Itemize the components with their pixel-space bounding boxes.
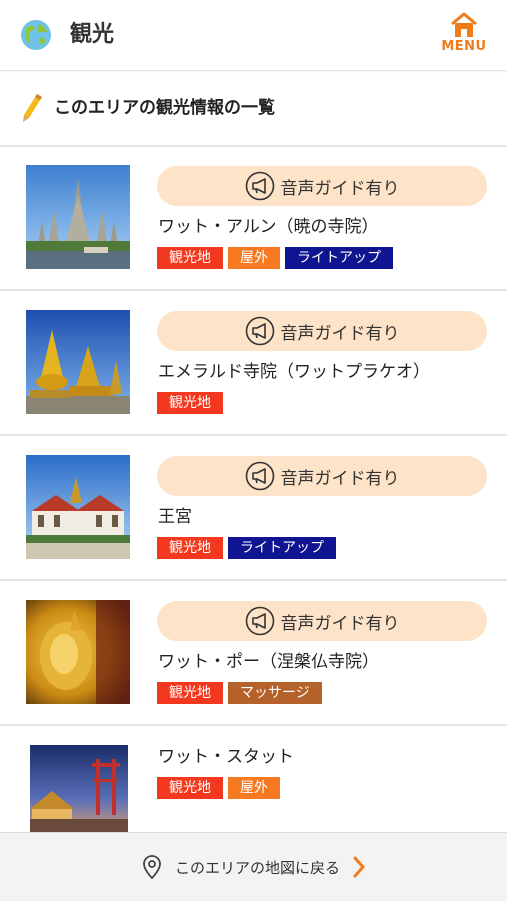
- spot-photo-wat-suthat: [30, 745, 128, 835]
- audio-guide-label: 音声ガイド有り: [280, 468, 400, 489]
- spot-photo-grand-palace: [26, 455, 130, 559]
- spot-tags: 観光地 屋外: [157, 777, 285, 799]
- spot-tags: 観光地 ライトアップ: [157, 537, 341, 559]
- megaphone-icon: [245, 606, 274, 636]
- audio-guide-label: 音声ガイド有り: [280, 323, 400, 344]
- spot-list: 音声ガイド有り ワット・アルン（暁の寺院） 観光地 屋外 ライトアップ 音声ガイ…: [0, 146, 507, 871]
- app-header: 観光 MENU: [0, 0, 507, 71]
- back-to-map-label: このエリアの地図に戻る: [174, 858, 340, 877]
- audio-guide-label: 音声ガイド有り: [280, 613, 400, 634]
- tag-sightseeing: 観光地: [157, 537, 223, 559]
- chevron-right-icon: [353, 856, 365, 878]
- spot-tags: 観光地 屋外 ライトアップ: [157, 247, 398, 269]
- spot-name: ワット・スタット: [158, 747, 294, 767]
- spot-name: エメラルド寺院（ワットプラケオ）: [158, 362, 430, 382]
- megaphone-icon: [245, 461, 274, 491]
- megaphone-icon: [245, 316, 274, 346]
- spot-item-wat-arun[interactable]: 音声ガイド有り ワット・アルン（暁の寺院） 観光地 屋外 ライトアップ: [0, 146, 507, 291]
- section-title: このエリアの観光情報の一覧: [54, 98, 275, 118]
- tag-lightup: ライトアップ: [228, 537, 336, 559]
- tag-outdoor: 屋外: [228, 247, 280, 269]
- spot-item-grand-palace[interactable]: 音声ガイド有り 王宮 観光地 ライトアップ: [0, 436, 507, 581]
- section-header: このエリアの観光情報の一覧: [0, 71, 507, 147]
- spot-name: ワット・アルン（暁の寺院）: [158, 217, 379, 237]
- spot-photo-wat-pho: [26, 600, 130, 704]
- audio-guide-badge: 音声ガイド有り: [157, 166, 487, 206]
- page-title: 観光: [70, 22, 115, 47]
- spot-item-wat-pho[interactable]: 音声ガイド有り ワット・ポー（涅槃仏寺院） 観光地 マッサージ: [0, 581, 507, 726]
- map-pin-icon: [143, 855, 161, 880]
- spot-photo-wat-arun: [26, 165, 130, 269]
- tag-lightup: ライトアップ: [285, 247, 393, 269]
- back-to-map-button[interactable]: このエリアの地図に戻る: [0, 832, 507, 901]
- tag-sightseeing: 観光地: [157, 682, 223, 704]
- menu-label: MENU: [441, 39, 487, 54]
- tag-sightseeing: 観光地: [157, 777, 223, 799]
- megaphone-icon: [245, 171, 274, 201]
- spot-tags: 観光地 マッサージ: [157, 682, 327, 704]
- tag-sightseeing: 観光地: [157, 247, 223, 269]
- spot-item-emerald-temple[interactable]: 音声ガイド有り エメラルド寺院（ワットプラケオ） 観光地: [0, 291, 507, 436]
- home-icon: [451, 12, 477, 37]
- audio-guide-badge: 音声ガイド有り: [157, 311, 487, 351]
- spot-photo-emerald-temple: [26, 310, 130, 414]
- menu-button[interactable]: MENU: [440, 12, 488, 58]
- spot-name: 王宮: [158, 507, 192, 527]
- spot-tags: 観光地: [157, 392, 228, 414]
- tag-sightseeing: 観光地: [157, 392, 223, 414]
- audio-guide-badge: 音声ガイド有り: [157, 601, 487, 641]
- globe-icon: [21, 20, 51, 50]
- audio-guide-badge: 音声ガイド有り: [157, 456, 487, 496]
- audio-guide-label: 音声ガイド有り: [280, 178, 400, 199]
- tag-massage: マッサージ: [228, 682, 322, 704]
- pencil-icon: [23, 94, 42, 122]
- spot-name: ワット・ポー（涅槃仏寺院）: [158, 652, 379, 672]
- tag-outdoor: 屋外: [228, 777, 280, 799]
